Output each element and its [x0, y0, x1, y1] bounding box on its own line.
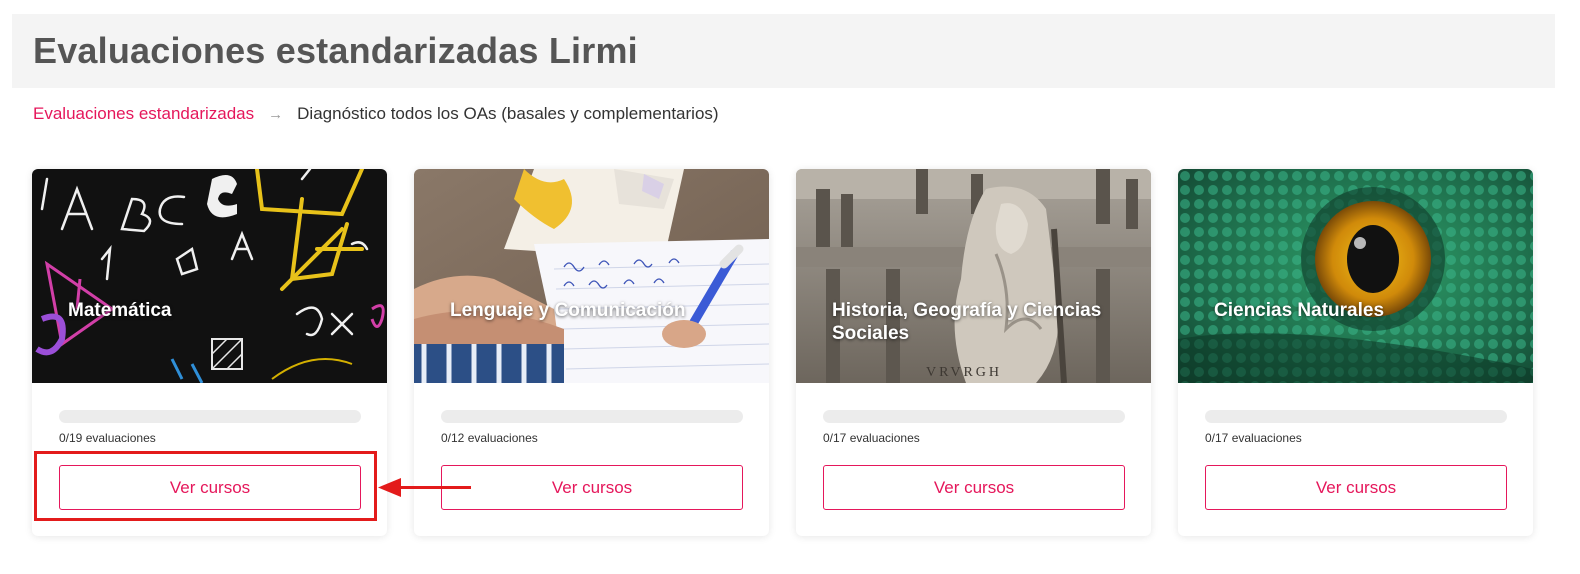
- evaluations-count: 0/17 evaluaciones: [823, 431, 920, 445]
- annotation-highlight-box: [34, 451, 377, 521]
- annotation-arrow-icon: [378, 478, 471, 497]
- subject-title: Matemática: [68, 300, 172, 321]
- subject-image-matematica: Matemática: [32, 169, 387, 383]
- breadcrumb-current: Diagnóstico todos los OAs (basales y com…: [297, 104, 719, 123]
- progress-bar: [59, 410, 361, 423]
- subject-title: Ciencias Naturales: [1214, 300, 1385, 321]
- page-title: Evaluaciones estandarizadas Lirmi: [33, 30, 638, 71]
- progress-bar: [823, 410, 1125, 423]
- subject-title: Lenguaje y Comunicación: [450, 300, 686, 321]
- svg-text:VRVRGH: VRVRGH: [926, 365, 1002, 380]
- progress-bar: [1205, 410, 1507, 423]
- subject-image-ciencias: Ciencias Naturales: [1178, 169, 1533, 383]
- ver-cursos-button[interactable]: Ver cursos: [441, 465, 743, 510]
- page-header: Evaluaciones estandarizadas Lirmi: [12, 14, 1555, 88]
- breadcrumb-link-evaluaciones[interactable]: Evaluaciones estandarizadas: [33, 104, 254, 124]
- progress-bar: [441, 410, 743, 423]
- subject-image-historia: VRVRGH Historia, Geografía y Ciencias So…: [796, 169, 1151, 383]
- subject-title: Historia, Geografía y Ciencias Sociales: [832, 300, 1102, 344]
- arrow-right-icon: →: [268, 105, 284, 123]
- subject-card-historia: VRVRGH Historia, Geografía y Ciencias So…: [796, 169, 1151, 536]
- evaluations-count: 0/12 evaluaciones: [441, 431, 538, 445]
- evaluations-count: 0/19 evaluaciones: [59, 431, 156, 445]
- ver-cursos-button[interactable]: Ver cursos: [823, 465, 1125, 510]
- evaluations-count: 0/17 evaluaciones: [1205, 431, 1302, 445]
- subject-card-ciencias: Ciencias Naturales 0/17 evaluaciones Ver…: [1178, 169, 1533, 536]
- breadcrumb: Evaluaciones estandarizadas → Diagnóstic…: [33, 104, 719, 124]
- subject-image-lenguaje: Lenguaje y Comunicación: [414, 169, 769, 383]
- ver-cursos-button[interactable]: Ver cursos: [1205, 465, 1507, 510]
